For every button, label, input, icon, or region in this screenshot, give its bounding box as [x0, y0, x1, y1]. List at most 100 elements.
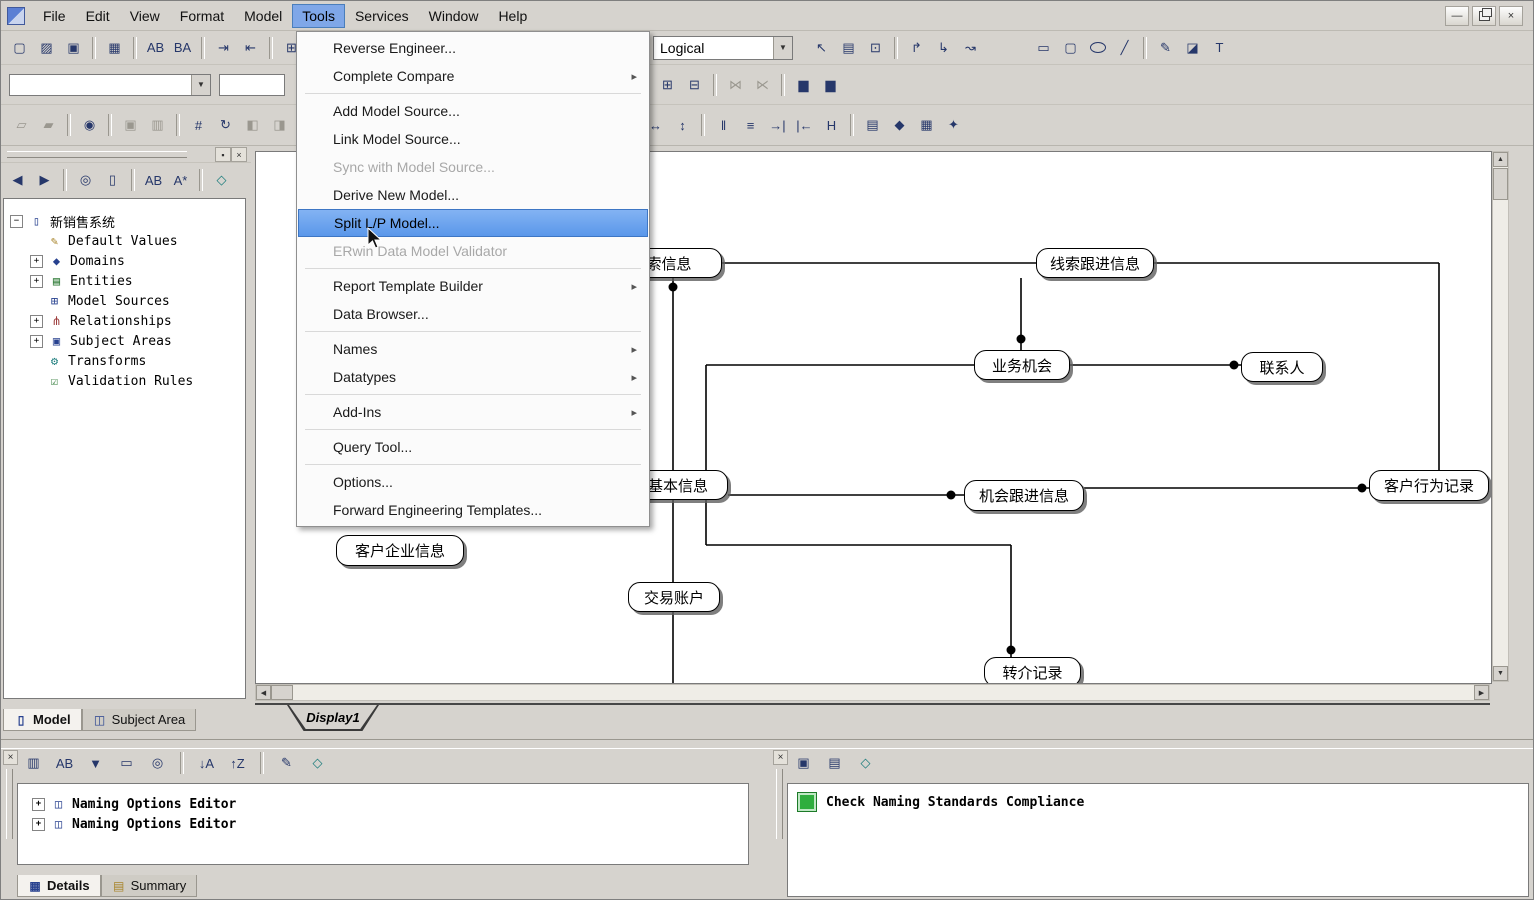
menu-tools[interactable]: Tools — [292, 3, 345, 28]
naming-ab-icon[interactable]: AB — [143, 36, 168, 60]
menu-window[interactable]: Window — [419, 4, 489, 28]
menu-item-reverse-engineer[interactable]: Reverse Engineer... — [297, 34, 649, 62]
panel-grip[interactable] — [6, 769, 13, 839]
naming-ba-icon[interactable]: BA — [170, 36, 195, 60]
delete-column-icon[interactable]: ⊟ — [682, 73, 707, 97]
restore-button[interactable] — [1472, 5, 1496, 26]
menu-format[interactable]: Format — [170, 4, 234, 28]
vertical-scrollbar[interactable]: ▲ ▼ — [1492, 151, 1509, 682]
hash-icon[interactable]: # — [186, 113, 211, 137]
panel-grip[interactable] — [776, 769, 783, 839]
label-tool-icon[interactable]: ⊡ — [863, 36, 888, 60]
entity-box[interactable]: 交易账户 — [628, 582, 720, 612]
spark-icon[interactable]: ✦ — [941, 113, 966, 137]
tree-item-model-sources[interactable]: ⊞ Model Sources — [30, 291, 245, 311]
save-icon[interactable]: ▣ — [791, 751, 816, 775]
shape-a-icon[interactable]: ▱ — [9, 113, 34, 137]
menu-file[interactable]: File — [33, 4, 76, 28]
save-icon[interactable]: ▣ — [61, 36, 86, 60]
menu-model[interactable]: Model — [234, 4, 292, 28]
object-filter-select[interactable]: ▼ — [9, 73, 211, 96]
import-icon[interactable]: ⇥ — [211, 36, 236, 60]
tab-subject-area[interactable]: ◫ Subject Area — [81, 709, 197, 731]
copy-icon[interactable]: ▣ — [118, 113, 143, 137]
scroll-up-icon[interactable]: ▲ — [1493, 152, 1508, 167]
line-tool-icon[interactable]: ╱ — [1112, 36, 1137, 60]
scroll-track[interactable] — [293, 685, 1474, 700]
card-icon[interactable]: ▭ — [114, 751, 139, 775]
stack-a-icon[interactable]: ▆ — [791, 73, 816, 97]
minimize-button[interactable]: — — [1445, 5, 1469, 26]
close-button[interactable]: × — [1499, 5, 1523, 26]
tag-icon[interactable]: ◇ — [209, 168, 234, 192]
list-item[interactable]: + ◫ Naming Options Editor — [32, 794, 748, 814]
entity-box[interactable]: 客户行为记录 — [1369, 470, 1489, 501]
expand-icon[interactable]: + — [32, 797, 45, 811]
tree-item-default-values[interactable]: ✎ Default Values — [30, 231, 245, 251]
expand-icon[interactable]: + — [30, 334, 43, 348]
nonidentifying-relationship-icon[interactable]: ↳ — [931, 36, 956, 60]
menu-item-add-model-source[interactable]: Add Model Source... — [297, 97, 649, 125]
pointer-tool-icon[interactable]: ↖ — [809, 36, 834, 60]
entity-box[interactable]: 业务机会 — [974, 350, 1070, 380]
menu-help[interactable]: Help — [488, 4, 537, 28]
lock-icon[interactable]: ◉ — [77, 113, 102, 137]
tree-item-validation-rules[interactable]: ☑ Validation Rules — [30, 371, 245, 391]
chevron-down-icon[interactable]: ▼ — [773, 36, 792, 59]
indent-icon[interactable]: →| — [765, 113, 790, 137]
pause-columns-icon[interactable]: ‖ — [711, 113, 736, 137]
menu-item-data-browser[interactable]: Data Browser... — [297, 300, 649, 328]
menu-item-query-tool[interactable]: Query Tool... — [297, 433, 649, 461]
scroll-left-icon[interactable]: ◀ — [256, 685, 271, 700]
menu-item-options[interactable]: Options... — [297, 468, 649, 496]
panel-close-button[interactable]: × — [231, 147, 247, 162]
pin-button[interactable]: ▪ — [215, 147, 231, 162]
expand-icon[interactable]: + — [30, 274, 43, 288]
header-icon[interactable]: H — [819, 113, 844, 137]
rectangle-tool-icon[interactable]: ▭ — [1031, 36, 1056, 60]
sort-ascending-icon[interactable]: ↓A — [194, 751, 219, 775]
export-icon[interactable]: ⇤ — [238, 36, 263, 60]
text-tool-icon[interactable]: T — [1207, 36, 1232, 60]
scroll-right-icon[interactable]: ▶ — [1474, 685, 1489, 700]
menu-item-datatypes[interactable]: Datatypes ▸ — [297, 363, 649, 391]
ellipse-tool-icon[interactable] — [1085, 36, 1110, 60]
entity-box[interactable]: 客户企业信息 — [336, 535, 464, 566]
menu-item-forward-engineering-templates[interactable]: Forward Engineering Templates... — [297, 496, 649, 524]
entity-box[interactable]: 线索跟进信息 — [1036, 248, 1154, 278]
filter-ab-icon[interactable]: AB — [141, 168, 166, 192]
back-icon[interactable]: ◀ — [5, 168, 30, 192]
print-icon[interactable]: ▦ — [102, 36, 127, 60]
search-icon[interactable]: ◎ — [145, 751, 170, 775]
edit-icon[interactable]: ✎ — [274, 751, 299, 775]
document-icon[interactable]: ▯ — [100, 168, 125, 192]
tree-item-transforms[interactable]: ⚙ Transforms — [30, 351, 245, 371]
vertical-scroll-thumb[interactable] — [1493, 168, 1508, 200]
expand-icon[interactable]: + — [30, 314, 43, 328]
panel-close-button[interactable]: × — [3, 750, 18, 765]
outdent-icon[interactable]: |← — [792, 113, 817, 137]
menu-item-derive-new-model[interactable]: Derive New Model... — [297, 181, 649, 209]
scroll-down-icon[interactable]: ▼ — [1493, 666, 1508, 681]
menu-view[interactable]: View — [120, 4, 170, 28]
open-icon[interactable]: ▥ — [21, 751, 46, 775]
entity-tool-icon[interactable]: ▤ — [836, 36, 861, 60]
stack-b-icon[interactable]: ▆ — [818, 73, 843, 97]
menu-services[interactable]: Services — [345, 4, 419, 28]
tree-item-domains[interactable]: + ◆ Domains — [30, 251, 245, 271]
expand-icon[interactable]: + — [30, 254, 43, 268]
entity-box[interactable]: 联系人 — [1241, 352, 1323, 382]
diagram-type-select[interactable]: Logical ▼ — [653, 35, 793, 60]
panel-grip[interactable]: ▪ × — [1, 146, 251, 163]
tree-item-relationships[interactable]: + ⋔ Relationships — [30, 311, 245, 331]
diamond-icon[interactable]: ◆ — [887, 113, 912, 137]
tag-icon[interactable]: ◇ — [853, 751, 878, 775]
search-icon[interactable]: ◎ — [73, 168, 98, 192]
many-to-many-relationship-icon[interactable]: ↝ — [958, 36, 983, 60]
horizontal-scroll-thumb[interactable] — [271, 685, 293, 700]
filter-icon[interactable]: ▼ — [83, 751, 108, 775]
identifying-relationship-icon[interactable]: ↱ — [904, 36, 929, 60]
sort-descending-icon[interactable]: ↑Z — [225, 751, 250, 775]
expand-icon[interactable]: + — [32, 817, 45, 831]
tab-details[interactable]: ▦ Details — [17, 875, 101, 897]
